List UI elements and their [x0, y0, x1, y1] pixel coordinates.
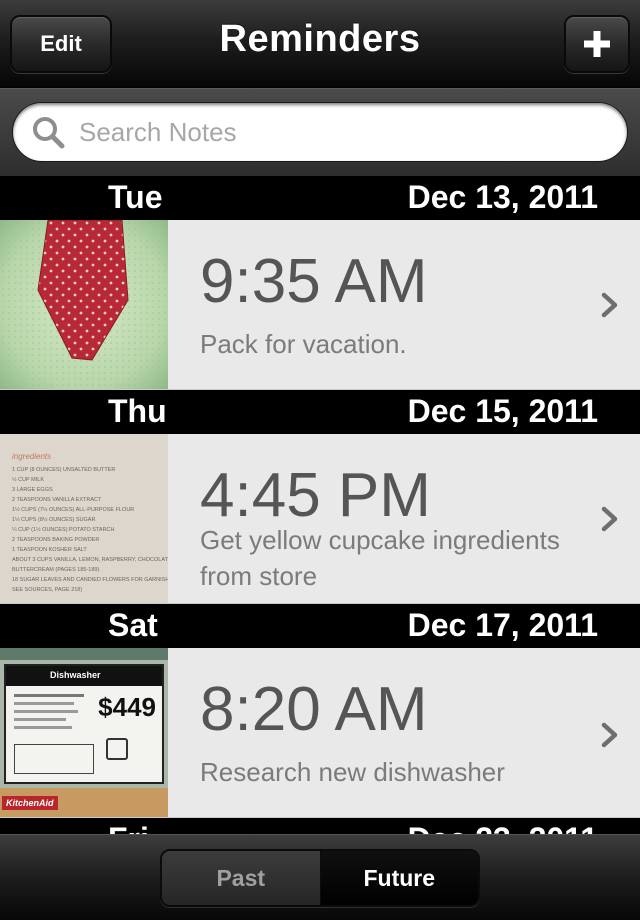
section-day: Sat — [108, 607, 158, 643]
section-header: Thu Dec 15, 2011 — [0, 390, 640, 434]
search-icon — [33, 117, 65, 149]
navigation-bar: Edit Reminders — [0, 0, 640, 88]
reminder-thumbnail — [0, 220, 168, 389]
reminder-row[interactable]: Dishwasher $449 KitchenAid 8:20 AM Resea… — [0, 648, 640, 818]
segment-future[interactable]: Future — [320, 851, 478, 905]
section-header: Sat Dec 17, 2011 — [0, 604, 640, 648]
past-future-segmented-control[interactable]: Past Future — [160, 849, 480, 907]
section-date: Dec 13, 2011 — [407, 179, 598, 215]
reminder-list[interactable]: Tue Dec 13, 2011 9:35 AM Pack for vacati… — [0, 176, 640, 836]
reminder-thumbnail: Dishwasher $449 KitchenAid — [0, 648, 168, 817]
reminder-thumbnail: ingredients 1 CUP (8 OUNCES) UNSALTED BU… — [0, 434, 168, 603]
reminder-time: 8:20 AM — [200, 675, 428, 744]
search-bar — [0, 88, 640, 176]
bottom-toolbar: Past Future — [0, 834, 640, 920]
edit-button[interactable]: Edit — [10, 15, 112, 73]
section-header: Tue Dec 13, 2011 — [0, 176, 640, 220]
section-date: Dec 15, 2011 — [407, 393, 598, 429]
search-field[interactable] — [12, 102, 628, 162]
section-day: Tue — [108, 179, 163, 215]
search-input[interactable] — [79, 116, 579, 148]
chevron-right-icon — [601, 506, 618, 532]
reminder-time: 4:45 PM — [200, 461, 431, 530]
segment-past[interactable]: Past — [162, 851, 321, 905]
reminder-row[interactable]: ingredients 1 CUP (8 OUNCES) UNSALTED BU… — [0, 434, 640, 604]
reminder-note: Get yellow cupcake ingredients from stor… — [200, 525, 560, 591]
section-day: Thu — [108, 393, 167, 429]
add-reminder-button[interactable] — [564, 15, 630, 73]
reminder-note: Research new dishwasher — [200, 757, 505, 787]
chevron-right-icon — [601, 722, 618, 748]
chevron-right-icon — [601, 292, 618, 318]
reminder-row[interactable]: 9:35 AM Pack for vacation. — [0, 220, 640, 390]
plus-icon — [584, 31, 610, 57]
reminder-time: 9:35 AM — [200, 247, 428, 316]
section-date: Dec 17, 2011 — [407, 607, 598, 643]
reminder-note: Pack for vacation. — [200, 329, 407, 359]
